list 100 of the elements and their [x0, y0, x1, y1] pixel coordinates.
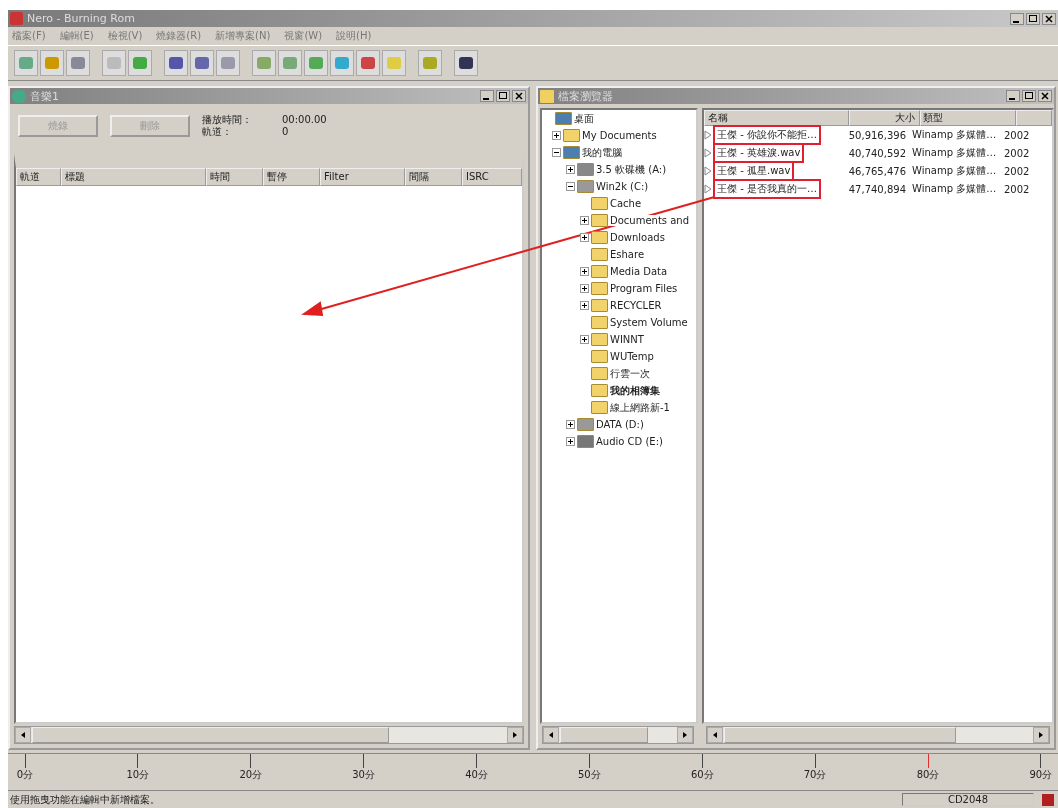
table-cell-text: Winamp 多媒體… — [911, 146, 998, 160]
expander-icon[interactable] — [552, 131, 561, 140]
tree-item[interactable]: WUTemp — [610, 351, 654, 362]
scroll-left-button[interactable] — [707, 727, 723, 743]
table-cell-text: 2002 — [1004, 183, 1031, 195]
tree-item[interactable]: Eshare — [610, 249, 645, 260]
tree-item[interactable]: RECYCLER — [610, 300, 662, 311]
tick-label: 40分 — [465, 768, 488, 782]
expander-icon[interactable] — [580, 284, 589, 293]
expander-icon[interactable] — [552, 148, 561, 157]
expander-icon[interactable] — [566, 420, 575, 429]
tree-item[interactable]: 桌面 — [574, 111, 594, 126]
table-cell-text: Winamp 多媒體… — [911, 128, 998, 142]
close-button[interactable] — [1038, 90, 1052, 102]
status-text: 使用拖曳功能在編輯中新增檔案。 — [10, 792, 160, 807]
info-label: 軌道： — [202, 126, 233, 138]
expander-icon[interactable] — [580, 267, 589, 276]
tree-item[interactable]: WINNT — [610, 334, 644, 345]
table-cell-text: 2002 — [1004, 129, 1031, 141]
scrollbar-thumb[interactable] — [724, 727, 957, 743]
expander-icon[interactable] — [580, 335, 589, 344]
expander-icon[interactable] — [566, 182, 575, 191]
file-name[interactable]: 王傑 - 英雄淚.wav — [713, 143, 805, 163]
column-header[interactable]: ISRC — [462, 168, 522, 186]
drive-icon — [577, 163, 594, 176]
column-header[interactable]: 時間 — [206, 168, 263, 186]
tick-label: 0分 — [16, 768, 34, 782]
scroll-right-button[interactable] — [507, 727, 523, 743]
expander-icon[interactable] — [580, 233, 589, 242]
column-header[interactable]: 大小 — [849, 110, 920, 126]
close-button[interactable] — [1042, 12, 1056, 25]
tree-item[interactable]: Cache — [610, 198, 642, 209]
info-value: 00:00.00 — [282, 114, 327, 126]
tree-item[interactable]: Downloads — [610, 232, 665, 243]
tick-label: 70分 — [803, 768, 827, 782]
scroll-right-button[interactable] — [1033, 727, 1049, 743]
table-cell-text: 47,740,894 — [847, 183, 907, 195]
maximize-button[interactable] — [1026, 12, 1040, 25]
minimize-button[interactable] — [1006, 90, 1020, 102]
drive-icon — [577, 418, 594, 431]
column-header[interactable]: 類型 — [920, 110, 1016, 126]
file-name[interactable]: 王傑 - 孤星.wav — [713, 161, 795, 181]
expander-icon[interactable] — [566, 437, 575, 446]
drive-icon — [577, 180, 594, 193]
column-header[interactable]: 標題 — [61, 168, 206, 186]
maximize-button[interactable] — [496, 90, 510, 102]
minimize-button[interactable] — [480, 90, 494, 102]
window-title: 音樂1 — [30, 88, 59, 104]
tree-item[interactable]: 線上網路新-1 — [610, 400, 670, 415]
expander-icon[interactable] — [580, 216, 589, 225]
table-cell-text: 40,740,592 — [847, 147, 907, 159]
scrollbar-thumb[interactable] — [560, 727, 649, 743]
info-value: 0 — [282, 126, 289, 138]
scrollbar[interactable] — [542, 726, 694, 744]
column-header[interactable]: Filter — [320, 168, 405, 186]
tree-item[interactable]: DATA (D:) — [596, 419, 644, 430]
file-name[interactable]: 王傑 - 你說你不能拒… — [713, 125, 821, 145]
tree-item[interactable]: Media Data — [610, 266, 668, 277]
tick-label: 60分 — [690, 768, 714, 782]
drive-icon — [563, 146, 580, 159]
tree-item[interactable]: Documents and — [610, 215, 689, 226]
tree-item[interactable]: My Documents — [582, 130, 657, 141]
tree-item[interactable]: Win2k (C:) — [596, 181, 649, 192]
scroll-left-button[interactable] — [543, 727, 559, 743]
table-cell-text: 2002 — [1004, 165, 1031, 177]
table-cell-text: 50,916,396 — [847, 129, 907, 141]
info-label: 播放時間： — [202, 114, 253, 126]
tick-label: 90分 — [1029, 768, 1053, 782]
scrollbar-thumb[interactable] — [32, 727, 389, 743]
table-cell-text: 46,765,476 — [847, 165, 907, 177]
close-button[interactable] — [512, 90, 526, 102]
maximize-button[interactable] — [1022, 90, 1036, 102]
drive-icon — [577, 435, 594, 448]
status-panel: CD2048 — [902, 793, 1034, 806]
column-header[interactable]: 軌道 — [16, 168, 61, 186]
table-cell-text: 2002 — [1004, 147, 1031, 159]
minimize-button[interactable] — [1010, 12, 1024, 25]
tree-item[interactable]: Program Files — [610, 283, 678, 294]
table-cell-text: Winamp 多媒體… — [911, 182, 998, 196]
column-header[interactable]: 暫停 — [263, 168, 320, 186]
scrollbar[interactable] — [706, 726, 1050, 744]
tree-item[interactable]: 行雲一次 — [610, 366, 650, 381]
tree-item[interactable]: Audio CD (E:) — [596, 436, 663, 447]
tick-label: 10分 — [126, 768, 150, 782]
scroll-right-button[interactable] — [677, 727, 693, 743]
column-header[interactable]: 間隔 — [405, 168, 462, 186]
tick-label: 20分 — [239, 768, 263, 782]
tree-item[interactable]: 3.5 軟碟機 (A:) — [596, 162, 667, 177]
file-name[interactable]: 王傑 - 是否我真的一… — [713, 179, 821, 199]
tree-item[interactable]: System Volume — [610, 317, 688, 328]
expander-icon[interactable] — [566, 165, 575, 174]
expander-icon[interactable] — [580, 301, 589, 310]
tree-item[interactable]: 我的相簿集 — [610, 383, 660, 398]
tick-label: 30分 — [352, 768, 375, 782]
scrollbar[interactable] — [14, 726, 524, 744]
table-cell-text: Winamp 多媒體… — [911, 164, 998, 178]
scroll-left-button[interactable] — [15, 727, 31, 743]
app-icon — [10, 12, 23, 25]
tree-item[interactable]: 我的電腦 — [582, 145, 622, 160]
tick-label: 50分 — [578, 768, 601, 782]
